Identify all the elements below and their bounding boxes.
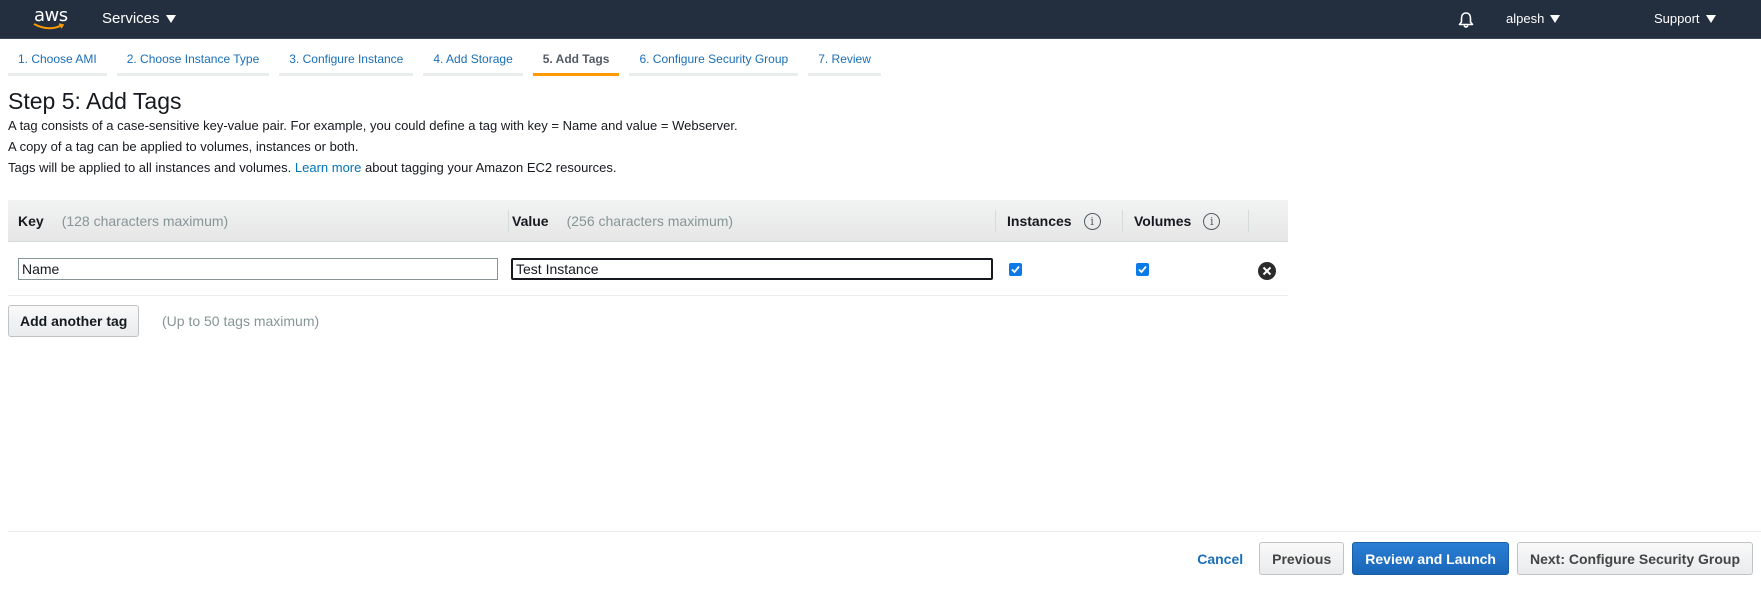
add-tag-limit-hint: (Up to 50 tags maximum) bbox=[162, 313, 320, 329]
user-menu[interactable]: alpesh bbox=[1506, 11, 1561, 26]
add-another-tag-button[interactable]: Add another tag bbox=[8, 305, 140, 337]
top-navigation-bar: aws Services alpesh Support bbox=[0, 0, 1761, 39]
checkmark-icon bbox=[1138, 265, 1147, 274]
volumes-checkbox[interactable] bbox=[1136, 263, 1149, 276]
caret-down-icon bbox=[165, 15, 176, 23]
tab-add-tags[interactable]: 5. Add Tags bbox=[532, 44, 620, 76]
description-line-1: A tag consists of a case-sensitive key-v… bbox=[8, 118, 738, 133]
next-configure-security-group-button[interactable]: Next: Configure Security Group bbox=[1516, 542, 1753, 575]
tab-configure-security-group[interactable]: 6. Configure Security Group bbox=[629, 44, 799, 76]
header-instances-label: Instances bbox=[1007, 213, 1072, 229]
caret-down-icon bbox=[1705, 15, 1716, 23]
tab-review[interactable]: 7. Review bbox=[808, 44, 881, 76]
header-key-label: Key bbox=[18, 213, 44, 229]
notifications-bell-icon[interactable] bbox=[1456, 10, 1476, 30]
tag-value-input[interactable] bbox=[511, 258, 993, 280]
caret-down-icon bbox=[1550, 15, 1561, 23]
support-label: Support bbox=[1654, 11, 1700, 26]
column-divider bbox=[995, 210, 996, 232]
services-menu[interactable]: Services bbox=[102, 10, 176, 27]
info-icon[interactable]: i bbox=[1083, 212, 1101, 230]
instances-checkbox[interactable] bbox=[1009, 263, 1022, 276]
table-header: Key (128 characters maximum) Value (256 … bbox=[8, 200, 1288, 242]
user-label: alpesh bbox=[1506, 11, 1545, 26]
tab-add-storage[interactable]: 4. Add Storage bbox=[423, 44, 523, 76]
description-line-3: Tags will be applied to all instances an… bbox=[8, 160, 616, 175]
cancel-button[interactable]: Cancel bbox=[1197, 542, 1251, 575]
table-row bbox=[8, 242, 1288, 296]
column-divider bbox=[1248, 210, 1249, 232]
info-icon[interactable]: i bbox=[1203, 212, 1221, 230]
header-value: Value (256 characters maximum) bbox=[512, 200, 733, 242]
checkmark-icon bbox=[1011, 265, 1020, 274]
review-and-launch-button[interactable]: Review and Launch bbox=[1352, 542, 1509, 575]
footer-actions: Cancel Previous Review and Launch Next: … bbox=[1197, 542, 1753, 575]
aws-logo[interactable]: aws bbox=[30, 4, 70, 32]
tags-table: Key (128 characters maximum) Value (256 … bbox=[8, 200, 1288, 296]
support-menu[interactable]: Support bbox=[1654, 11, 1716, 26]
aws-smile-icon bbox=[33, 23, 65, 30]
header-value-label: Value bbox=[512, 213, 549, 229]
wizard-steps: 1. Choose AMI 2. Choose Instance Type 3.… bbox=[8, 44, 891, 76]
column-divider bbox=[508, 210, 509, 232]
header-key-hint: (128 characters maximum) bbox=[61, 213, 229, 229]
description-line-2: A copy of a tag can be applied to volume… bbox=[8, 139, 359, 154]
description-text: about tagging your Amazon EC2 resources. bbox=[361, 160, 617, 175]
footer-divider bbox=[8, 531, 1761, 532]
description-text: Tags will be applied to all instances an… bbox=[8, 160, 295, 175]
header-instances: Instances i bbox=[1007, 200, 1101, 242]
header-value-hint: (256 characters maximum) bbox=[566, 213, 734, 229]
page-title: Step 5: Add Tags bbox=[8, 88, 182, 114]
learn-more-link[interactable]: Learn more bbox=[295, 160, 361, 175]
tab-choose-instance-type[interactable]: 2. Choose Instance Type bbox=[116, 44, 270, 76]
previous-button[interactable]: Previous bbox=[1259, 542, 1345, 575]
remove-tag-icon[interactable] bbox=[1258, 262, 1276, 280]
header-volumes: Volumes i bbox=[1134, 200, 1221, 242]
tag-key-input[interactable] bbox=[18, 258, 498, 280]
header-key: Key (128 characters maximum) bbox=[18, 200, 228, 242]
header-volumes-label: Volumes bbox=[1134, 213, 1192, 229]
services-label: Services bbox=[102, 10, 160, 27]
tab-configure-instance[interactable]: 3. Configure Instance bbox=[279, 44, 414, 76]
tab-choose-ami[interactable]: 1. Choose AMI bbox=[8, 44, 107, 76]
column-divider bbox=[1122, 210, 1123, 232]
